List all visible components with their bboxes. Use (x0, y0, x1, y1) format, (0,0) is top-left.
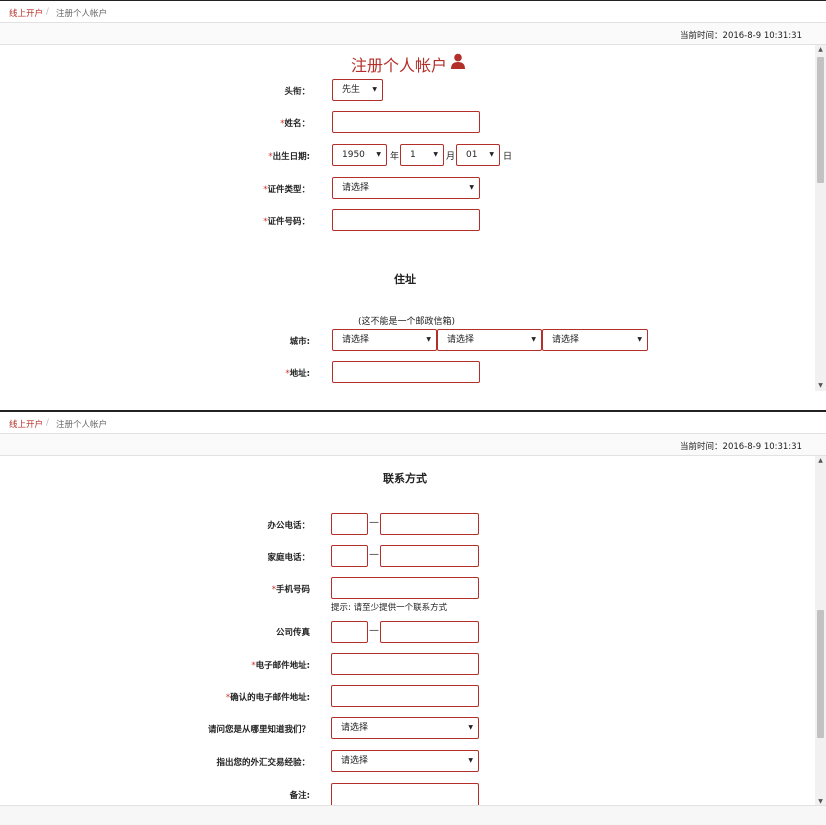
scrollbar-bottom[interactable]: ▲ ▼ (815, 456, 826, 807)
year-unit: 年 (390, 152, 400, 162)
office-phone-area-input[interactable] (331, 513, 368, 535)
email-confirm-field[interactable] (331, 685, 479, 707)
breadcrumb-link[interactable]: 线上开户 (9, 418, 43, 430)
address-heading: 住址 (394, 273, 416, 286)
street-input[interactable] (332, 361, 480, 383)
day-unit: 日 (503, 152, 513, 162)
scroll-thumb[interactable] (817, 610, 824, 738)
scroll-thumb[interactable] (817, 57, 824, 183)
chevron-down-icon: ▼ (489, 151, 494, 158)
city-label: 城市: (289, 337, 310, 347)
breadcrumb-separator: / (46, 418, 49, 428)
bottom-bar (0, 805, 826, 825)
birth-year-select[interactable]: 1950 ▼ (332, 144, 387, 166)
breadcrumb-current: 注册个人帐户 (56, 9, 108, 19)
birth-day-select[interactable]: 01 ▼ (456, 144, 500, 166)
name-label: *姓名： (280, 119, 310, 129)
user-icon (451, 53, 465, 69)
chevron-down-icon: ▼ (376, 151, 381, 158)
time-bar: 当前时间：2016-8-9 10:31:31 (0, 23, 826, 45)
id-number-label: *证件号码： (263, 217, 310, 227)
email-confirm-label: *确认的电子邮件地址: (225, 693, 310, 703)
remarks-label: 备注: (289, 791, 310, 801)
chevron-down-icon: ▼ (372, 86, 377, 93)
remarks-textarea[interactable] (331, 783, 479, 807)
district-select[interactable]: 请选择 ▼ (542, 329, 648, 351)
chevron-down-icon: ▼ (637, 336, 642, 343)
office-phone-number-input[interactable] (380, 513, 479, 535)
referral-label: 请问您是从哪里知道我们？ (207, 725, 310, 735)
salutation-select[interactable]: 先生 ▼ (332, 79, 383, 101)
id-type-select[interactable]: 请选择 ▼ (332, 177, 480, 199)
id-type-label: *证件类型： (263, 185, 310, 195)
breadcrumb-separator: / (46, 7, 49, 17)
scroll-down-icon[interactable]: ▼ (815, 381, 826, 391)
scroll-up-icon[interactable]: ▲ (815, 456, 826, 466)
salutation-label: 头衔： (284, 87, 310, 97)
name-input[interactable] (332, 111, 480, 133)
province-select[interactable]: 请选择 ▼ (332, 329, 437, 351)
scroll-up-icon[interactable]: ▲ (815, 45, 826, 55)
contact-heading: 联系方式 (383, 472, 427, 485)
city-select[interactable]: 请选择 ▼ (437, 329, 542, 351)
breadcrumb-link[interactable]: 线上开户 (9, 7, 43, 19)
scrollbar-top[interactable]: ▲ ▼ (815, 45, 826, 391)
email-label: *电子邮件地址: (251, 661, 310, 671)
fax-area-input[interactable] (331, 621, 368, 643)
home-phone-area-input[interactable] (331, 545, 368, 567)
fx-experience-label: 指出您的外汇交易经验： (216, 758, 310, 768)
home-phone-label: 家庭电话： (267, 553, 310, 563)
fax-dash: — (369, 625, 379, 636)
chevron-down-icon: ▼ (531, 336, 536, 343)
address-note: (这不能是一个邮政信箱) (358, 317, 456, 327)
chevron-down-icon: ▼ (468, 724, 473, 731)
chevron-down-icon: ▼ (426, 336, 431, 343)
fx-experience-select[interactable]: 请选择 ▼ (331, 750, 479, 772)
id-number-input[interactable] (332, 209, 480, 231)
current-time: 当前时间：2016-8-9 10:31:31 (680, 442, 802, 452)
time-bar: 当前时间：2016-8-9 10:31:31 (0, 434, 826, 456)
contact-hint: 提示: 请至少提供一个联系方式 (331, 603, 448, 613)
form-panel-top: 线上开户 / 注册个人帐户 当前时间：2016-8-9 10:31:31 注册个… (0, 0, 826, 410)
email-field[interactable] (331, 653, 479, 675)
street-label: *地址: (285, 369, 310, 379)
breadcrumb-current: 注册个人帐户 (56, 420, 108, 430)
office-phone-dash: — (369, 517, 379, 528)
home-phone-dash: — (369, 549, 379, 560)
fax-number-input[interactable] (380, 621, 479, 643)
referral-select[interactable]: 请选择 ▼ (331, 717, 479, 739)
chevron-down-icon: ▼ (433, 151, 438, 158)
birth-date-label: *出生日期: (268, 152, 310, 162)
current-time: 当前时间：2016-8-9 10:31:31 (680, 31, 802, 41)
chevron-down-icon: ▼ (468, 757, 473, 764)
birth-month-select[interactable]: 1 ▼ (400, 144, 444, 166)
home-phone-number-input[interactable] (380, 545, 479, 567)
form-panel-bottom: 线上开户 / 注册个人帐户 当前时间：2016-8-9 10:31:31 联系方… (0, 410, 826, 825)
mobile-input[interactable] (331, 577, 479, 599)
breadcrumb: 线上开户 / 注册个人帐户 (0, 1, 826, 23)
month-unit: 月 (446, 152, 456, 162)
mobile-label: *手机号码 (271, 585, 310, 595)
fax-label: 公司传真 (275, 628, 310, 638)
chevron-down-icon: ▼ (469, 184, 474, 191)
page-title: 注册个人帐户 (351, 56, 448, 75)
breadcrumb: 线上开户 / 注册个人帐户 (0, 412, 826, 434)
office-phone-label: 办公电话： (267, 521, 310, 531)
